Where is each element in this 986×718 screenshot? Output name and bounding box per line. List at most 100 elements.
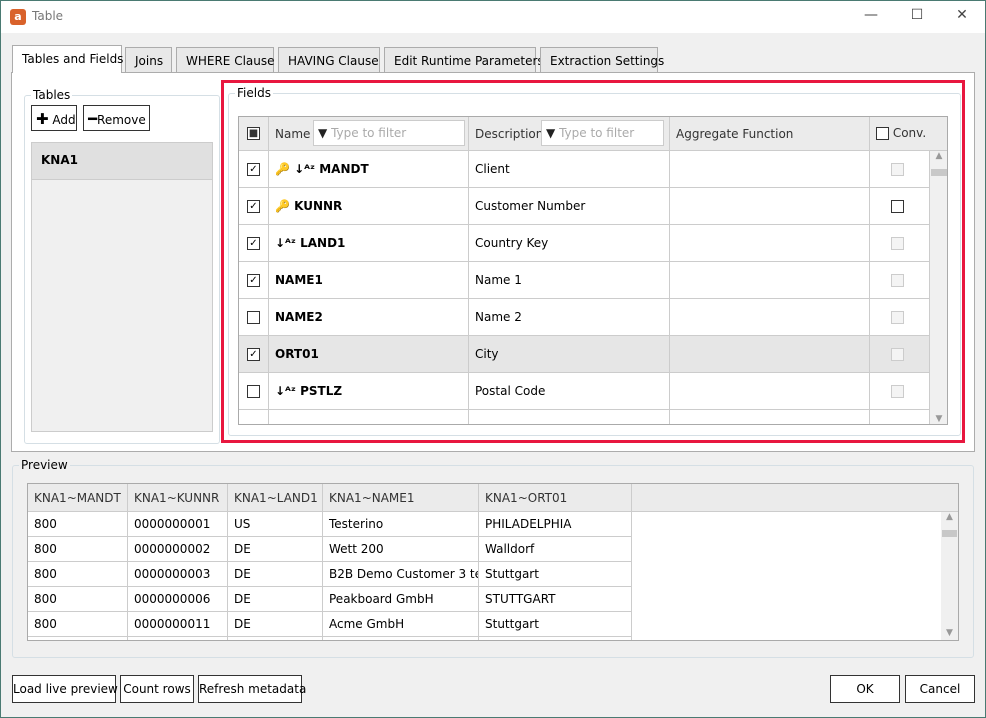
field-checkbox[interactable]: ✓ [247,237,260,250]
tab-where-clause[interactable]: WHERE Clause [176,47,275,73]
preview-column-header: KNA1~NAME1 [323,484,479,512]
field-row-checkbox-cell[interactable] [239,299,269,336]
field-row-checkbox-cell[interactable]: ✓ [239,188,269,225]
conv-cell [870,262,930,299]
field-checkbox[interactable]: ✓ [247,348,260,361]
add-table-button[interactable]: ✚ Add [31,105,77,131]
tab-extraction-settings[interactable]: Extraction Settings [540,47,664,73]
preview-header-filler [632,484,958,512]
ok-button[interactable]: OK [830,675,900,703]
scroll-thumb[interactable] [931,169,947,176]
preview-column-header: KNA1~LAND1 [228,484,323,512]
preview-cell: Stuttgart [479,562,632,587]
preview-cell: DE [228,587,323,612]
maximize-button[interactable]: ☐ [907,7,927,23]
load-live-preview-button[interactable]: Load live preview [12,675,118,703]
aggregate-header: Aggregate Function [670,117,870,151]
tab-having-clause[interactable]: HAVING Clause [278,47,380,73]
title-bar: a Table — ☐ ✕ [1,1,985,33]
fields-label: Fields [235,86,273,100]
field-name-cell: NAME2 [269,299,469,336]
scroll-down-icon[interactable]: ▼ [930,414,947,424]
conv-header-label: Conv. [892,126,927,140]
preview-cell: 800 [28,512,128,537]
conv-all-checkbox[interactable] [876,127,889,140]
aggregate-function-cell[interactable] [670,299,870,336]
preview-row-partial [28,637,128,640]
sort-az-icon: ↓ᴬᶻ [275,236,301,250]
name-header-label: Name [275,127,311,141]
conv-cell [870,373,930,410]
preview-grid: KNA1~MANDT KNA1~KUNNR KNA1~LAND1 KNA1~NAME1… [27,483,959,641]
aggregate-function-cell[interactable] [670,225,870,262]
preview-cell: 800 [28,562,128,587]
preview-cell: 0000000006 [128,587,228,612]
field-row-partial [670,410,870,424]
tables-list: KNA1 [31,142,213,432]
preview-row-partial [228,637,323,640]
scroll-down-icon[interactable]: ▼ [941,628,958,638]
minus-icon: ━ [88,110,98,128]
field-checkbox[interactable] [247,311,260,324]
sort-az-icon: ↓ᴬᶻ [275,384,301,398]
field-name: KUNNR [294,199,343,213]
aggregate-function-cell[interactable] [670,262,870,299]
count-rows-button[interactable]: Count rows [120,675,194,703]
refresh-metadata-button[interactable]: Refresh metadata [198,675,306,703]
preview-cell: 0000000002 [128,537,228,562]
field-name: NAME2 [275,310,323,324]
conv-checkbox[interactable] [891,200,904,213]
aggregate-function-cell[interactable] [670,151,870,188]
scroll-up-icon[interactable]: ▲ [930,151,947,161]
field-row-checkbox-cell[interactable] [239,373,269,410]
field-row-checkbox-cell[interactable]: ✓ [239,225,269,262]
preview-row-partial [479,637,632,640]
field-row-checkbox-cell[interactable]: ✓ [239,151,269,188]
table-item-kna1[interactable]: KNA1 [32,143,212,180]
preview-cell: Wett 200 [323,537,479,562]
preview-cell: 0000000001 [128,512,228,537]
aggregate-function-cell[interactable] [670,373,870,410]
field-checkbox[interactable]: ✓ [247,163,260,176]
close-button[interactable]: ✕ [952,7,972,23]
preview-column-header: KNA1~MANDT [28,484,128,512]
preview-cell: US [228,512,323,537]
conv-header[interactable]: Conv. [870,117,947,151]
fields-highlight: Fields ■ Name ▼ Type to filter Descripti… [221,80,965,443]
cancel-button[interactable]: Cancel [905,675,975,703]
field-name: LAND1 [300,236,346,250]
field-name-cell: ↓ᴬᶻ LAND1 [269,225,469,262]
field-row-checkbox-cell[interactable]: ✓ [239,336,269,373]
scroll-thumb[interactable] [942,530,957,537]
preview-row-partial [128,637,228,640]
tab-edit-runtime-parameters[interactable]: Edit Runtime Parameters [384,47,544,73]
preview-scrollbar[interactable]: ▲ ▼ [941,512,958,640]
key-icon: 🔑 [275,199,295,213]
minimize-button[interactable]: — [861,7,881,23]
tab-joins[interactable]: Joins [125,47,172,73]
scroll-up-icon[interactable]: ▲ [941,512,958,522]
aggregate-function-cell[interactable] [670,336,870,373]
field-checkbox[interactable]: ✓ [247,274,260,287]
conv-checkbox [891,385,904,398]
field-checkbox[interactable] [247,385,260,398]
tab-tables-and-fields[interactable]: Tables and Fields [12,45,123,73]
aggregate-function-cell[interactable] [670,188,870,225]
tables-label: Tables [31,88,73,102]
select-all-checkbox[interactable]: ■ [239,117,269,151]
field-description-cell: Name 1 [469,262,670,299]
sort-az-icon: ↓ᴬᶻ [294,162,320,176]
field-row-partial [870,410,930,424]
preview-cell: Peakboard GmbH [323,587,479,612]
name-filter-input[interactable]: ▼ Type to filter [313,120,465,146]
preview-cell: STUTTGART [479,587,632,612]
remove-table-button[interactable]: ━Remove [83,105,150,131]
fields-scrollbar[interactable]: ▲ ▼ [930,151,947,424]
preview-cell: Walldorf [479,537,632,562]
description-filter-input[interactable]: ▼ Type to filter [541,120,664,146]
field-checkbox[interactable]: ✓ [247,200,260,213]
field-name: ORT01 [275,347,319,361]
field-row-checkbox-cell[interactable]: ✓ [239,262,269,299]
field-name-cell: ORT01 [269,336,469,373]
conv-checkbox [891,274,904,287]
